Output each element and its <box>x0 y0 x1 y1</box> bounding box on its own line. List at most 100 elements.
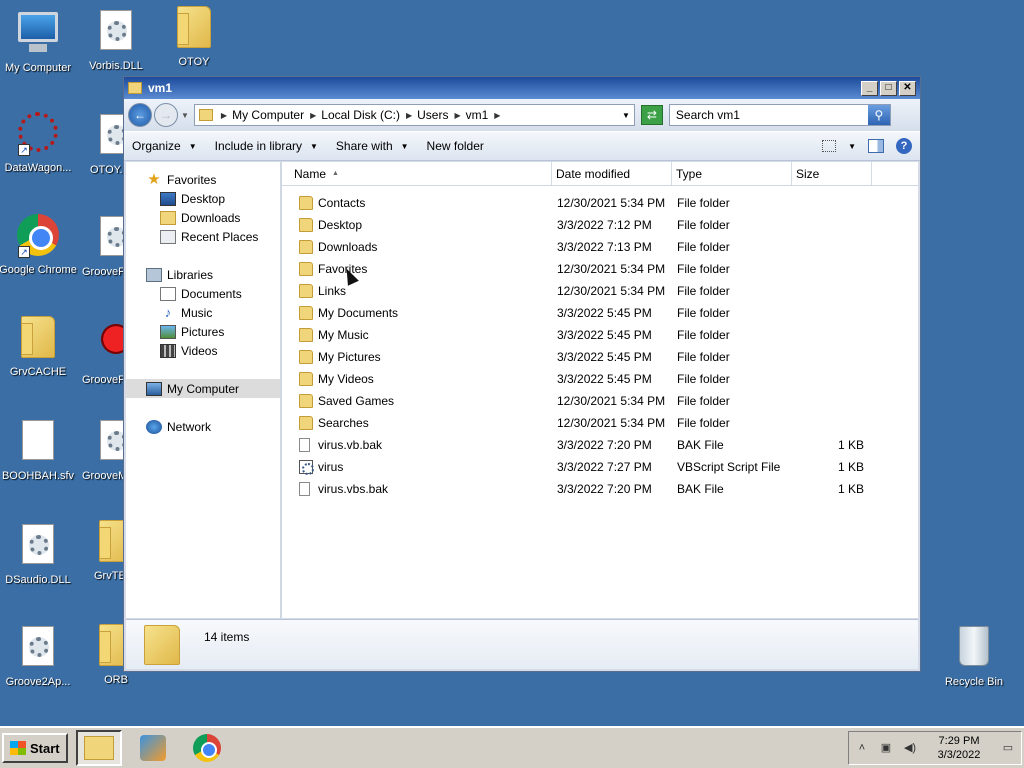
chevron-right-icon[interactable]: ▶ <box>221 111 227 120</box>
organize-button[interactable]: Organize ▼ <box>132 139 197 153</box>
share-with-button[interactable]: Share with ▼ <box>336 139 409 153</box>
file-name-cell[interactable]: virus <box>282 460 552 475</box>
column-header-name[interactable]: Name ▲ <box>282 162 552 185</box>
view-options-chevron-down-icon[interactable]: ▼ <box>848 142 856 151</box>
preview-pane-icon[interactable] <box>868 139 884 153</box>
file-row[interactable]: virus.vbs.bak 3/3/2022 7:20 PM BAK File 1 K… <box>282 478 918 500</box>
nav-item-favorites[interactable]: ★ Favorites <box>126 170 280 189</box>
item-count: 14 items <box>204 629 250 644</box>
file-row[interactable]: My Pictures 3/3/2022 5:45 PM File folder <box>282 346 918 368</box>
taskbar-chrome-button[interactable] <box>184 730 230 766</box>
nav-item-downloads[interactable]: Downloads <box>126 208 280 227</box>
file-row[interactable]: Contacts 12/30/2021 5:34 PM File folder <box>282 192 918 214</box>
file-row[interactable]: virus.vb.bak 3/3/2022 7:20 PM BAK File 1 KB <box>282 434 918 456</box>
nav-item-pictures[interactable]: Pictures <box>126 322 280 341</box>
file-name-cell[interactable]: My Music <box>282 328 552 342</box>
chevron-right-icon[interactable]: ▶ <box>406 111 412 120</box>
address-history-chevron-down-icon[interactable]: ▼ <box>622 111 630 120</box>
file-row[interactable]: Searches 12/30/2021 5:34 PM File folder <box>282 412 918 434</box>
music-note-icon: ♪ <box>164 304 172 320</box>
desktop-icon-vorbis-dll[interactable]: Vorbis.DLL <box>76 10 156 72</box>
minimize-button[interactable]: _ <box>861 80 878 96</box>
search-icon[interactable]: ⚲ <box>867 105 890 125</box>
volume-icon[interactable]: ◀) <box>903 741 917 755</box>
clock-date: 3/3/2022 <box>937 749 981 761</box>
help-icon[interactable]: ? <box>896 138 912 154</box>
file-name-cell[interactable]: My Documents <box>282 306 552 320</box>
file-row[interactable]: Favorites 12/30/2021 5:34 PM File folder <box>282 258 918 280</box>
file-name-cell[interactable]: virus.vb.bak <box>282 438 552 452</box>
nav-item-videos[interactable]: Videos <box>126 341 280 360</box>
column-header-size[interactable]: Size <box>792 162 872 185</box>
file-row[interactable]: My Documents 3/3/2022 5:45 PM File folder <box>282 302 918 324</box>
chevron-right-icon[interactable]: ▶ <box>454 111 460 120</box>
title-bar[interactable]: vm1 _ □ ✕ <box>124 77 920 99</box>
show-desktop-icon[interactable]: ▭ <box>1001 741 1015 755</box>
desktop-icon-recycle-bin[interactable]: Recycle Bin <box>934 626 1014 688</box>
column-header-type[interactable]: Type <box>672 162 792 185</box>
include-in-library-button[interactable]: Include in library ▼ <box>215 139 318 153</box>
file-name-cell[interactable]: Downloads <box>282 240 552 254</box>
file-row[interactable]: My Videos 3/3/2022 5:45 PM File folder <box>282 368 918 390</box>
file-row[interactable]: My Music 3/3/2022 5:45 PM File folder <box>282 324 918 346</box>
back-button[interactable]: ← <box>128 103 152 127</box>
file-name-cell[interactable]: virus.vbs.bak <box>282 482 552 496</box>
maximize-button[interactable]: □ <box>880 80 897 96</box>
column-label: Size <box>796 166 820 181</box>
forward-button[interactable]: → <box>154 103 178 127</box>
file-row[interactable]: Saved Games 12/30/2021 5:34 PM File folder <box>282 390 918 412</box>
search-input[interactable]: Search vm1 <box>670 108 868 122</box>
file-name-cell[interactable]: Links <box>282 284 552 298</box>
clock[interactable]: 7:29 PM 3/3/2022 <box>927 734 991 762</box>
folder-icon <box>299 196 313 210</box>
nav-item-documents[interactable]: Documents <box>126 284 280 303</box>
desktop-icon-grvcache[interactable]: GrvCACHE <box>0 316 78 378</box>
start-button[interactable]: Start <box>2 733 68 763</box>
desktop-icon-boohbah-sfv[interactable]: BOOHBAH.sfv <box>0 420 78 482</box>
file-row[interactable]: Desktop 3/3/2022 7:12 PM File folder <box>282 214 918 236</box>
search-box[interactable]: Search vm1 ⚲ <box>668 104 891 126</box>
dll-file-icon <box>100 10 132 50</box>
nav-item-music[interactable]: ♪ Music <box>126 303 280 322</box>
file-name-cell[interactable]: Favorites <box>282 262 552 276</box>
file-name-cell[interactable]: My Pictures <box>282 350 552 364</box>
desktop-icon-dsaudio-dll[interactable]: DSaudio.DLL <box>0 524 78 586</box>
desktop-icon-otoy[interactable]: OTOY <box>154 6 234 68</box>
file-name-cell[interactable]: Desktop <box>282 218 552 232</box>
file-name-cell[interactable]: Searches <box>282 416 552 430</box>
nav-item-network[interactable]: Network <box>126 417 280 436</box>
breadcrumb-vm1[interactable]: vm1 <box>466 108 489 122</box>
address-bar[interactable]: ▶ My Computer ▶ Local Disk (C:) ▶ Users … <box>193 104 635 126</box>
change-view-icon[interactable] <box>822 140 837 152</box>
file-row[interactable]: Downloads 3/3/2022 7:13 PM File folder <box>282 236 918 258</box>
taskbar-media-player-button[interactable] <box>130 730 176 766</box>
network-tray-icon[interactable]: ▣ <box>879 741 893 755</box>
chevron-right-icon[interactable]: ▶ <box>494 111 500 120</box>
breadcrumb-my-computer[interactable]: My Computer <box>232 108 304 122</box>
show-hidden-icons-chevron-up-icon[interactable]: ˄ <box>855 741 869 755</box>
file-row[interactable]: virus 3/3/2022 7:27 PM VBScript Script Fil… <box>282 456 918 478</box>
recent-pages-chevron-down-icon[interactable]: ▼ <box>181 111 189 120</box>
column-header-date-modified[interactable]: Date modified <box>552 162 672 185</box>
desktop-icon-my-computer[interactable]: My Computer <box>0 8 78 74</box>
nav-item-desktop[interactable]: Desktop <box>126 189 280 208</box>
file-name-cell[interactable]: Saved Games <box>282 394 552 408</box>
close-button[interactable]: ✕ <box>899 80 916 96</box>
taskbar-explorer-button[interactable] <box>75 730 122 766</box>
refresh-button[interactable]: ⇄ <box>640 105 663 125</box>
file-name-cell[interactable]: Contacts <box>282 196 552 210</box>
nav-item-libraries[interactable]: Libraries <box>126 265 280 284</box>
file-type: File folder <box>677 284 730 298</box>
nav-item-recent-places[interactable]: Recent Places <box>126 227 280 246</box>
breadcrumb-local-disk[interactable]: Local Disk (C:) <box>321 108 400 122</box>
chevron-right-icon[interactable]: ▶ <box>310 111 316 120</box>
file-name-cell[interactable]: My Videos <box>282 372 552 386</box>
file-row[interactable]: Links 12/30/2021 5:34 PM File folder <box>282 280 918 302</box>
breadcrumb-users[interactable]: Users <box>417 108 448 122</box>
nav-item-my-computer[interactable]: My Computer <box>126 379 280 398</box>
column-header-filler <box>872 162 918 185</box>
desktop-icon-google-chrome[interactable]: ↗ Google Chrome <box>0 214 78 276</box>
new-folder-button[interactable]: New folder <box>427 139 484 153</box>
desktop-icon-groove2ap[interactable]: Groove2Ap... <box>0 626 78 688</box>
desktop-icon-datawagon[interactable]: ↗ DataWagon... <box>0 112 78 174</box>
